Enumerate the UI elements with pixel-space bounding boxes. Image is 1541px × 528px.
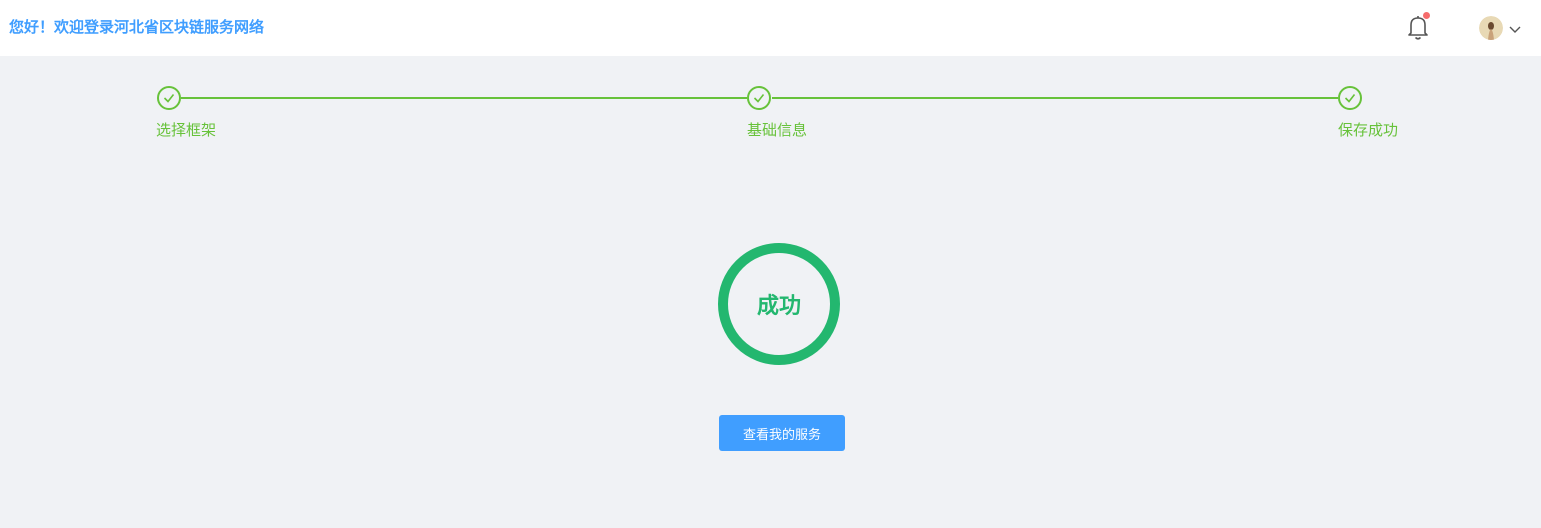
- step-2-check-icon: [747, 86, 771, 110]
- chevron-down-icon[interactable]: [1508, 21, 1522, 35]
- top-header: 您好！欢迎登录河北省区块链服务网络: [0, 0, 1541, 56]
- step-3-title: 保存成功: [1338, 121, 1399, 139]
- step-3-check-icon: [1338, 86, 1362, 110]
- step-connector-1: [181, 97, 747, 99]
- view-my-services-button[interactable]: 查看我的服务: [719, 415, 845, 451]
- success-result-text: 成功: [756, 294, 801, 319]
- progress-steps: 选择框架 基础信息 保存成功: [0, 56, 1541, 156]
- step-connector-2: [772, 97, 1338, 99]
- step-1-check-icon: [157, 86, 181, 110]
- step-2-title: 基础信息: [747, 121, 808, 139]
- step-1-title: 选择框架: [156, 121, 217, 139]
- notification-badge: [1423, 12, 1430, 19]
- success-result-ring: 成功: [718, 243, 840, 365]
- welcome-title: 您好！欢迎登录河北省区块链服务网络: [9, 18, 265, 36]
- user-avatar[interactable]: [1479, 16, 1503, 40]
